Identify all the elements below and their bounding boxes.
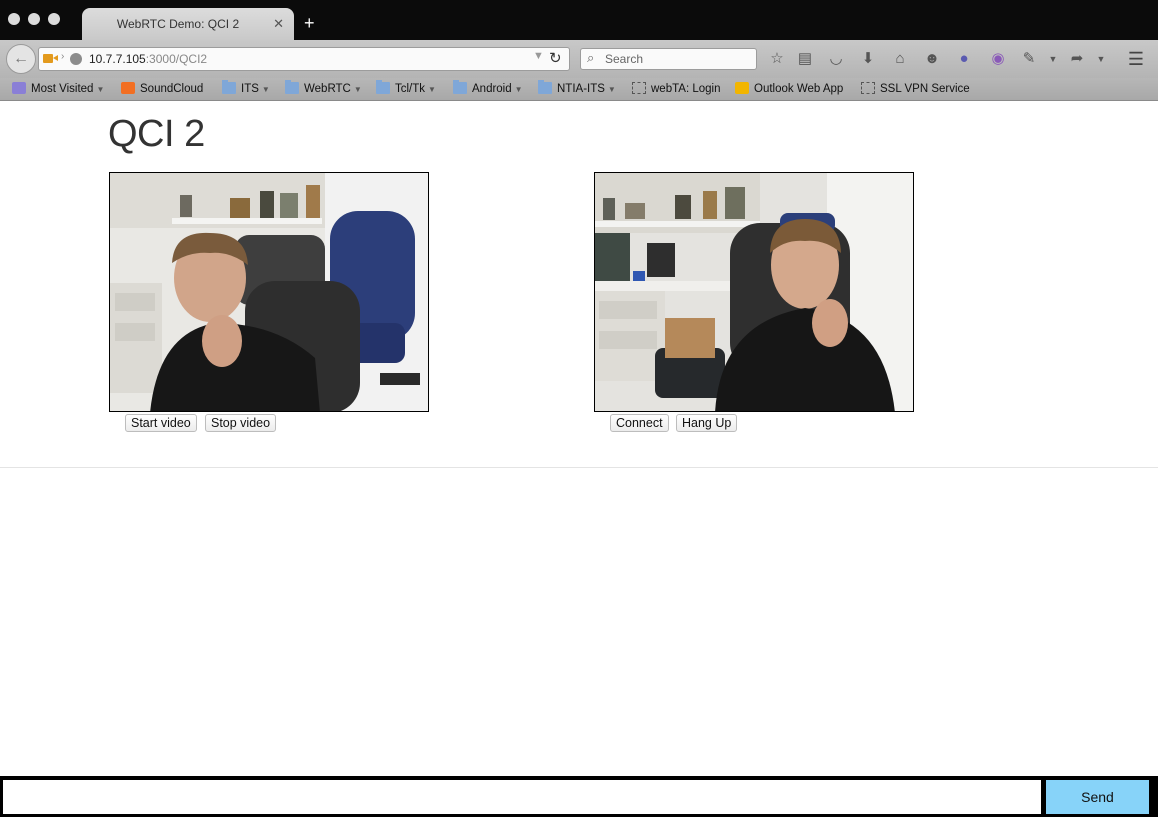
most-visited-icon xyxy=(12,82,26,94)
page-icon xyxy=(861,82,875,94)
folder-icon xyxy=(285,80,299,94)
soundcloud-icon xyxy=(121,82,135,94)
search-placeholder: Search xyxy=(605,52,644,66)
stop-video-button[interactable]: Stop video xyxy=(205,414,277,432)
reading-list-icon[interactable]: ▤ xyxy=(796,50,814,68)
start-video-button[interactable]: Start video xyxy=(125,414,197,432)
search-icon: ⌕ xyxy=(587,50,595,65)
globe-icon[interactable] xyxy=(70,53,82,65)
chevron-down-icon: ▼ xyxy=(607,85,616,94)
minimize-window-button[interactable] xyxy=(28,13,40,25)
tools-icon[interactable]: ✎ xyxy=(1020,50,1038,68)
pocket-icon[interactable]: ◡ xyxy=(827,50,845,68)
local-video[interactable] xyxy=(109,172,429,412)
folder-icon xyxy=(453,80,467,94)
folder-icon xyxy=(222,80,236,94)
remote-video-feed xyxy=(595,173,913,411)
send-button[interactable]: Send xyxy=(1046,780,1149,814)
navigation-toolbar: ← › 10.7.7.105:3000/QCI2 ▼ ↻ ⌕ Search ☆ … xyxy=(0,40,1158,78)
zoom-window-button[interactable] xyxy=(48,13,60,25)
chat-smiley-icon[interactable]: ☻ xyxy=(923,50,941,68)
addon-icon[interactable]: ◉ xyxy=(989,50,1007,68)
connect-button[interactable]: Connect xyxy=(610,414,669,432)
tab-title: WebRTC Demo: QCI 2 xyxy=(116,17,240,31)
url-host: 10.7.7.105 xyxy=(89,52,146,66)
bookmarks-toolbar: Most Visited ▼ SoundCloud ITS ▼ WebRTC ▼ Tc… xyxy=(0,78,1158,101)
page-icon xyxy=(632,82,646,94)
page-title: QCI 2 xyxy=(108,113,205,155)
url-text[interactable]: 10.7.7.105:3000/QCI2 xyxy=(89,52,207,66)
outlook-icon xyxy=(735,82,749,94)
hang-up-button[interactable]: Hang Up xyxy=(676,414,738,432)
url-path: :3000/QCI2 xyxy=(145,52,208,66)
camera-in-use-icon[interactable] xyxy=(43,54,58,63)
chevron-down-icon: ▼ xyxy=(514,85,523,94)
folder-icon xyxy=(376,80,390,94)
extension-icon[interactable]: ● xyxy=(955,50,973,68)
window-titlebar: WebRTC Demo: QCI 2 ✕ + xyxy=(0,0,1158,40)
url-history-dropdown-icon[interactable]: ▼ xyxy=(533,50,544,62)
chevron-down-icon: ▼ xyxy=(428,85,436,94)
remote-video[interactable] xyxy=(594,172,914,412)
back-button[interactable]: ← xyxy=(6,44,36,74)
tools-dropdown-icon[interactable]: ▼ xyxy=(1044,50,1062,68)
tab-close-icon[interactable]: ✕ xyxy=(273,16,284,32)
share-dropdown-icon[interactable]: ▼ xyxy=(1092,50,1110,68)
search-bar[interactable]: ⌕ Search xyxy=(580,48,757,70)
hamburger-menu-icon[interactable]: ☰ xyxy=(1124,49,1148,69)
reload-icon[interactable]: ↻ xyxy=(549,49,562,67)
identity-arrow-icon: › xyxy=(61,51,65,62)
home-icon[interactable]: ⌂ xyxy=(891,50,909,68)
chevron-down-icon: ▼ xyxy=(96,85,105,94)
local-video-feed xyxy=(110,173,428,411)
downloads-icon[interactable]: ⬇ xyxy=(859,50,877,68)
back-arrow-icon: ← xyxy=(13,50,29,67)
close-window-button[interactable] xyxy=(8,13,20,25)
chevron-down-icon: ▼ xyxy=(261,85,270,94)
chat-message-input[interactable] xyxy=(3,780,1041,814)
chat-bar: Send xyxy=(0,776,1158,817)
active-tab[interactable]: WebRTC Demo: QCI 2 ✕ xyxy=(82,8,294,40)
new-tab-button[interactable]: + xyxy=(304,14,315,32)
url-bar[interactable]: › 10.7.7.105:3000/QCI2 ▼ ↻ xyxy=(38,47,570,71)
section-divider xyxy=(0,467,1158,468)
bookmark-star-icon[interactable]: ☆ xyxy=(768,50,786,68)
folder-icon xyxy=(538,80,552,94)
chevron-down-icon: ▼ xyxy=(353,85,362,94)
share-icon[interactable]: ➦ xyxy=(1068,50,1086,68)
